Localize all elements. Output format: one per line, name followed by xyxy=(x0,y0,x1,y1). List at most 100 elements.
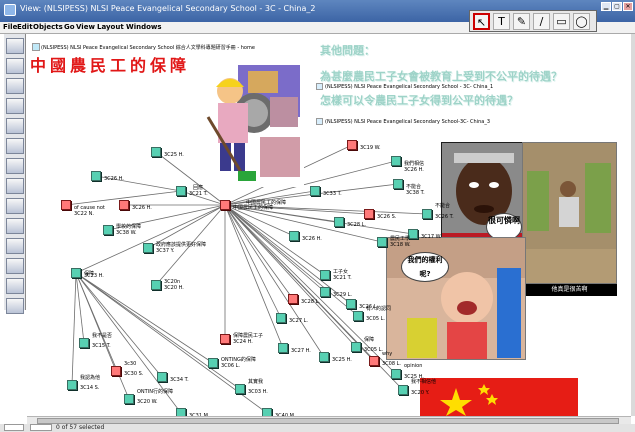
graph-node[interactable] xyxy=(220,200,230,210)
graph-node-text: 政府應該提供更好保障 xyxy=(156,242,207,248)
graph-node[interactable] xyxy=(393,179,403,189)
help-icon[interactable] xyxy=(6,278,24,294)
graph-node[interactable] xyxy=(119,200,129,210)
graph-node-text: 保障 xyxy=(84,271,95,277)
graph-node[interactable] xyxy=(276,313,286,323)
graph-node[interactable] xyxy=(151,280,161,290)
note-icon[interactable] xyxy=(6,118,24,134)
graph-node[interactable] xyxy=(111,366,121,376)
app-icon xyxy=(4,4,16,16)
graph-node[interactable] xyxy=(151,147,161,157)
graph-edge xyxy=(71,272,77,386)
graph-node[interactable] xyxy=(288,294,298,304)
graph-node[interactable] xyxy=(369,356,379,366)
link-china-1[interactable]: (NLSIPESS) NLSI Peace Evangelical Second… xyxy=(316,83,493,92)
pen-icon[interactable] xyxy=(6,38,24,54)
arrow-tool[interactable]: ↖ xyxy=(473,13,490,30)
graph-node[interactable] xyxy=(422,209,432,219)
graph-node[interactable] xyxy=(334,217,344,227)
page-icon[interactable] xyxy=(6,298,24,314)
graph-node[interactable] xyxy=(262,408,272,416)
vertical-scrollbar[interactable] xyxy=(631,34,635,416)
status-text: 0 of 57 selected xyxy=(56,424,105,431)
graph-node-label: 我們相信 3C26 H. xyxy=(404,161,425,173)
graph-node-label: 3C20 W. xyxy=(137,399,158,405)
ellipse-tool[interactable]: ◯ xyxy=(573,13,590,30)
graph-node[interactable] xyxy=(320,287,330,297)
graph-node-text: 其實我 xyxy=(248,379,264,385)
graph-node-label: 3C27 H. xyxy=(291,348,311,354)
close-button[interactable]: ✕ xyxy=(623,2,633,11)
menu-edit[interactable]: Edit xyxy=(17,23,33,31)
graph-node[interactable] xyxy=(391,369,401,379)
graph-node[interactable] xyxy=(91,171,101,181)
cursor-icon[interactable] xyxy=(6,78,24,94)
menu-windows[interactable]: Windows xyxy=(126,23,162,31)
menu-objects[interactable]: Objects xyxy=(33,23,63,31)
graph-node[interactable] xyxy=(176,186,186,196)
sheet-icon[interactable] xyxy=(6,58,24,74)
graph-node[interactable] xyxy=(278,343,288,353)
graph-node[interactable] xyxy=(61,200,71,210)
graph-node[interactable] xyxy=(364,209,374,219)
rect-tool[interactable]: ▭ xyxy=(553,13,570,30)
horizontal-scrollbar[interactable] xyxy=(27,416,631,424)
menu-view[interactable]: View xyxy=(76,23,95,31)
grid-icon[interactable] xyxy=(6,198,24,214)
graph-node[interactable] xyxy=(391,156,401,166)
page-title-link[interactable]: (NLSIPESS) NLSI Peace Evangelical Second… xyxy=(41,44,255,51)
maximize-button[interactable]: ▢ xyxy=(612,2,622,11)
graph-node[interactable] xyxy=(220,334,230,344)
graph-node-label: 3C18 W. xyxy=(390,242,411,248)
menu-file[interactable]: File xyxy=(3,23,17,31)
kids-caption: 他真是很苦啊 xyxy=(522,284,617,296)
graph-node[interactable] xyxy=(289,231,299,241)
graph-node-text: 中國農民工的保障 xyxy=(246,200,287,206)
link-china-1-label: (NLSIPESS) NLSI Peace Evangelical Second… xyxy=(325,84,494,90)
graph-node-label: 3C29 L. xyxy=(333,292,352,298)
graph-node[interactable] xyxy=(353,311,363,321)
pen-tool[interactable]: ✎ xyxy=(513,13,530,30)
link-icon[interactable] xyxy=(6,258,24,274)
brush-icon[interactable] xyxy=(6,238,24,254)
graph-node[interactable] xyxy=(124,394,134,404)
minimize-button[interactable]: ▁ xyxy=(601,2,611,11)
menu-go[interactable]: Go xyxy=(64,23,75,31)
graph-node[interactable] xyxy=(67,380,77,390)
graph-node[interactable] xyxy=(347,140,357,150)
graph-node[interactable] xyxy=(346,299,356,309)
people-icon[interactable] xyxy=(6,178,24,194)
graph-node[interactable] xyxy=(319,352,329,362)
graph-node-label: 3C28 L. xyxy=(347,222,366,228)
target-icon[interactable] xyxy=(6,158,24,174)
search-icon[interactable] xyxy=(6,98,24,114)
graph-node[interactable] xyxy=(208,358,218,368)
line-tool[interactable]: ∕ xyxy=(533,13,550,30)
canvas[interactable]: (NLSIPESS) NLSI Peace Evangelical Second… xyxy=(27,34,631,416)
graph-node-label: 不能合 3C38 T. xyxy=(406,184,425,196)
graph-node-text: 3c30 xyxy=(124,361,137,367)
graph-node[interactable] xyxy=(398,385,408,395)
link-china-3-label: (NLSIPESS) NLSI Peace Evangelical Second… xyxy=(325,119,491,125)
sticky-icon[interactable] xyxy=(6,138,24,154)
graph-node[interactable] xyxy=(79,338,89,348)
graph-node[interactable] xyxy=(351,342,361,352)
graph-node[interactable] xyxy=(310,186,320,196)
document-icon[interactable] xyxy=(6,218,24,234)
graph-node[interactable] xyxy=(377,237,387,247)
link-china-3[interactable]: (NLSIPESS) NLSI Peace Evangelical Second… xyxy=(316,118,490,127)
menu-layout[interactable]: Layout xyxy=(97,23,124,31)
page-link-icon xyxy=(316,83,323,90)
text-tool[interactable]: T xyxy=(493,13,510,30)
graph-node[interactable] xyxy=(235,384,245,394)
graph-node[interactable] xyxy=(176,408,186,416)
graph-node-label: 3C27 L. xyxy=(289,318,308,324)
graph-node[interactable] xyxy=(71,268,81,278)
graph-node[interactable] xyxy=(157,372,167,382)
graph-node-text: 3C20n xyxy=(164,279,181,285)
graph-node[interactable] xyxy=(103,225,113,235)
graph-node[interactable] xyxy=(143,243,153,253)
graph-node-label: 3C38 W. xyxy=(116,230,137,236)
application-window: View: (NLSIPESS) NLSI Peace Evangelical … xyxy=(0,0,635,432)
graph-node[interactable] xyxy=(320,270,330,280)
